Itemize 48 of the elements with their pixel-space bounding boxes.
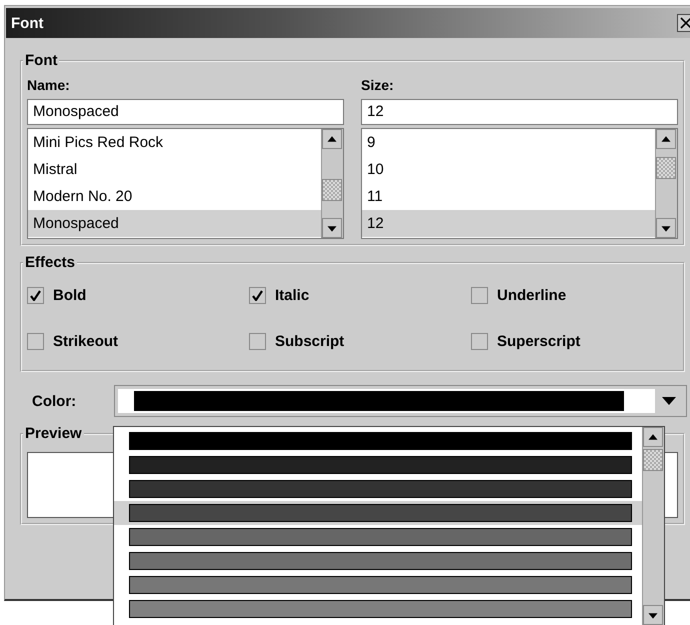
group-title: Preview bbox=[24, 425, 83, 442]
scroll-down-icon[interactable] bbox=[656, 218, 676, 238]
scroll-up-icon[interactable] bbox=[643, 427, 663, 447]
list-item[interactable]: Monospaced bbox=[28, 210, 321, 237]
list-item[interactable]: 9 bbox=[362, 129, 655, 156]
field-label: Color: bbox=[32, 392, 78, 410]
scrollbar[interactable] bbox=[655, 129, 677, 238]
checkbox-box[interactable] bbox=[471, 333, 488, 350]
scrollbar[interactable] bbox=[321, 129, 343, 238]
input-field[interactable]: 12 bbox=[361, 99, 678, 125]
scroll-thumb[interactable] bbox=[656, 157, 676, 179]
scroll-down-icon[interactable] bbox=[643, 605, 663, 625]
window-title: Font bbox=[10, 14, 44, 32]
checkbox-label[interactable]: Bold bbox=[53, 287, 86, 304]
list-item[interactable]: Modern No. 20 bbox=[28, 183, 321, 210]
dropdown-arrow-icon bbox=[662, 397, 676, 405]
checkbox-box[interactable] bbox=[471, 287, 488, 304]
checkbox-label[interactable]: Subscript bbox=[275, 333, 344, 350]
list-item[interactable]: 12 bbox=[362, 210, 655, 237]
checkbox-box[interactable] bbox=[249, 287, 266, 304]
scroll-thumb[interactable] bbox=[322, 179, 342, 201]
list-item[interactable]: 10 bbox=[362, 156, 655, 183]
scrollbar[interactable] bbox=[642, 427, 664, 625]
color-dropdown[interactable] bbox=[114, 385, 687, 417]
color-option[interactable] bbox=[114, 501, 642, 525]
list-item[interactable]: Mistral bbox=[28, 156, 321, 183]
input-field[interactable]: Monospaced bbox=[27, 99, 344, 125]
field-label: Size: bbox=[361, 77, 395, 95]
list-item[interactable]: Mini Pics Red Rock bbox=[28, 129, 321, 156]
scroll-thumb[interactable] bbox=[643, 449, 663, 471]
checkbox-box[interactable] bbox=[27, 287, 44, 304]
list-item[interactable]: 11 bbox=[362, 183, 655, 210]
close-button[interactable] bbox=[677, 14, 690, 32]
checkbox-box[interactable] bbox=[249, 333, 266, 350]
scroll-up-icon[interactable] bbox=[656, 129, 676, 149]
checkbox-label[interactable]: Superscript bbox=[497, 333, 580, 350]
check-icon bbox=[30, 290, 41, 301]
group-title: Effects bbox=[24, 254, 76, 271]
field-label: Name: bbox=[27, 77, 71, 95]
checkbox-label[interactable]: Strikeout bbox=[53, 333, 118, 350]
group-title: Font bbox=[24, 52, 58, 69]
checkbox-label[interactable]: Italic bbox=[275, 287, 310, 304]
checkbox-box[interactable] bbox=[27, 333, 44, 350]
checkbox-label[interactable]: Underline bbox=[497, 287, 566, 304]
check-icon bbox=[252, 290, 263, 301]
close-icon bbox=[680, 17, 690, 29]
scroll-down-icon[interactable] bbox=[322, 218, 342, 238]
scroll-up-icon[interactable] bbox=[322, 129, 342, 149]
